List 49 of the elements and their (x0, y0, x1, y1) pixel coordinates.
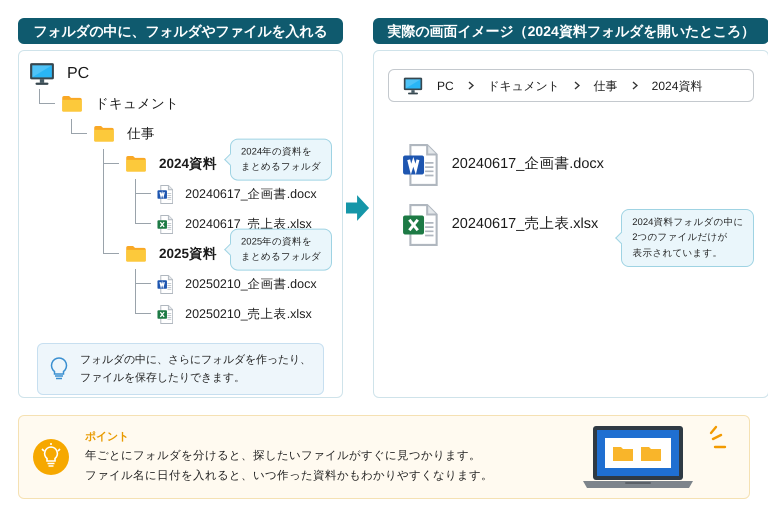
breadcrumb-item: ドキュメント (488, 78, 560, 94)
file-name: 20240617_企画書.docx (185, 186, 317, 203)
folder-icon (61, 95, 83, 113)
folder-name: PC (67, 64, 90, 84)
lightbulb-icon (50, 357, 68, 382)
lightbulb-icon (33, 439, 69, 475)
monitor-icon (403, 76, 423, 96)
callout-text: 表示されています。 (632, 246, 724, 261)
section-heading: 実際の画面イメージ（2024資料フォルダを開いたところ） (373, 18, 768, 44)
tip-text: ファイルを保存したりできます。 (80, 371, 246, 386)
spreadsheet-icon (157, 214, 174, 234)
callout-text: 2つのファイルだけが (632, 231, 729, 246)
monitor-icon (29, 61, 55, 87)
folder-name: ドキュメント (95, 94, 179, 113)
folder-icon (93, 125, 115, 143)
callout-text: 2025年の資料を (241, 236, 314, 250)
breadcrumb-item: 2024資料 (652, 78, 702, 94)
chevron-icon (632, 81, 638, 90)
callout-text: まとめるフォルダ (241, 160, 321, 175)
sparkle-icon (707, 425, 727, 451)
point-text: ファイル名に日付を入れると、いつ作った資料かもわかりやすくなります。 (85, 468, 493, 484)
document-icon (157, 274, 174, 294)
file-name: 20240617_売上表.xlsx (452, 215, 598, 234)
folder-name: 2024資料 (159, 154, 218, 173)
folder-icon (125, 245, 147, 263)
chevron-icon (574, 81, 580, 90)
file-name: 20250210_企画書.docx (185, 276, 317, 293)
folder-icon (125, 155, 147, 173)
callout-text: 2024資料フォルダの中に (632, 216, 744, 230)
callout-text: まとめるフォルダ (241, 250, 321, 265)
spreadsheet-icon (157, 304, 174, 324)
file-name: 20240617_企画書.docx (452, 155, 604, 174)
section-heading: フォルダの中に、フォルダやファイルを入れる (18, 18, 343, 44)
chevron-icon (468, 81, 474, 90)
connector-line (39, 89, 55, 104)
tip-text: フォルダの中に、さらにフォルダを作ったり、 (80, 353, 311, 368)
folder-name: 仕事 (127, 124, 155, 143)
arrow-icon (346, 193, 370, 223)
point-title: ポイント (85, 430, 130, 444)
file-name: 20250210_売上表.xlsx (185, 306, 312, 323)
callout-text: 2024年の資料を (241, 146, 314, 160)
spreadsheet-icon (402, 204, 438, 246)
breadcrumb-item: 仕事 (594, 78, 618, 94)
document-icon (157, 184, 174, 204)
connector-line (71, 119, 87, 134)
point-text: 年ごとにフォルダを分けると、探したいファイルがすぐに見つかります。 (85, 448, 482, 464)
folder-name: 2025資料 (159, 244, 218, 263)
breadcrumb-item: PC (437, 78, 454, 94)
document-icon (402, 144, 438, 186)
